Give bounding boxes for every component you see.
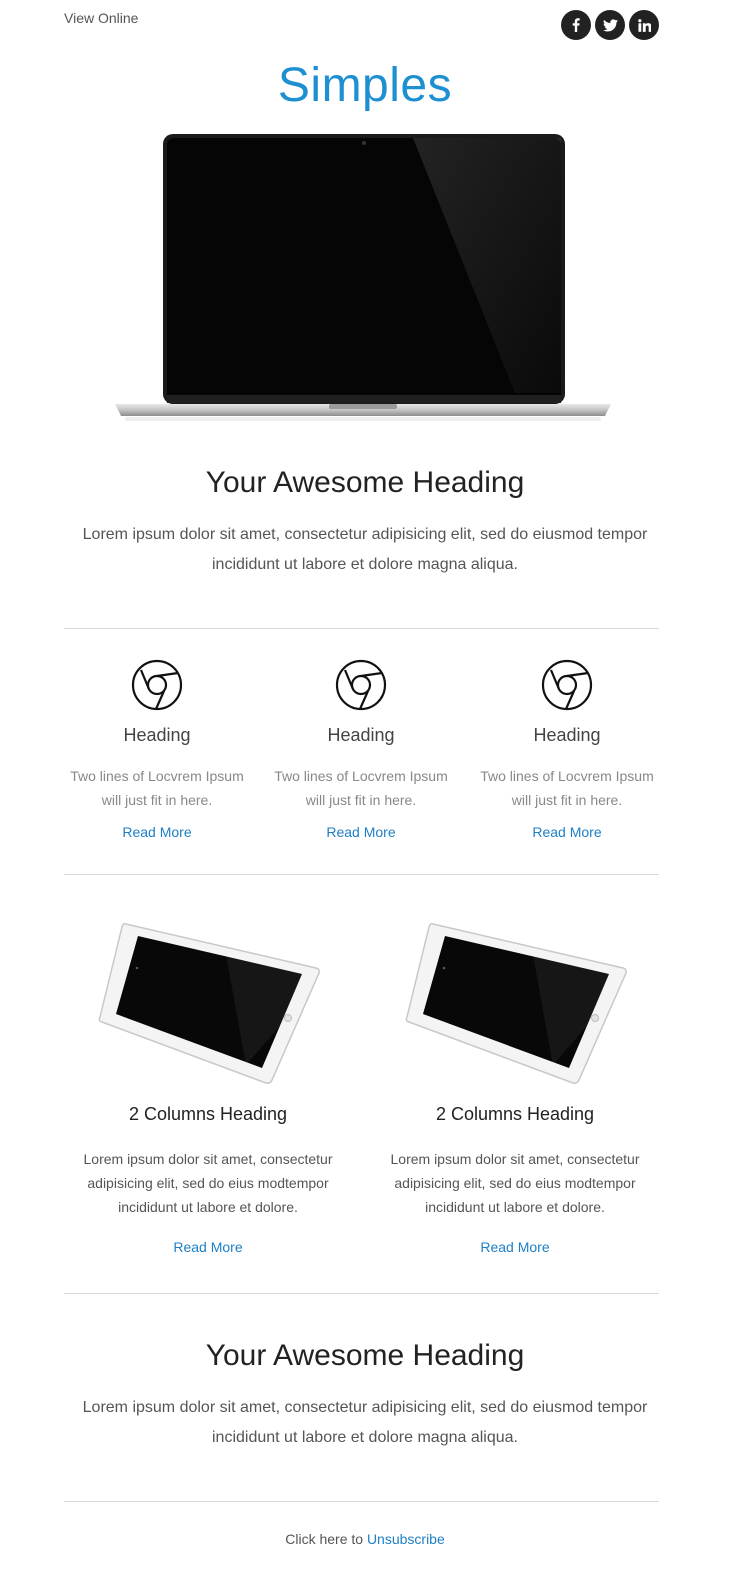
- social-links: [561, 10, 659, 40]
- linkedin-icon[interactable]: [629, 10, 659, 40]
- two-column-right: 2 Columns Heading Lorem ipsum dolor sit …: [385, 1104, 645, 1257]
- laptop-image: [115, 134, 611, 421]
- read-more-link[interactable]: Read More: [326, 824, 395, 840]
- divider: [64, 1293, 659, 1294]
- section2-body: Lorem ipsum dolor sit amet, consectetur …: [82, 1399, 648, 1446]
- twitter-icon[interactable]: [595, 10, 625, 40]
- tablet-image: [98, 923, 320, 1084]
- feature-column: Heading Two lines of Locvrem Ipsum will …: [266, 659, 456, 842]
- facebook-icon[interactable]: [561, 10, 591, 40]
- feature-heading: Heading: [123, 725, 191, 745]
- two-column-left: 2 Columns Heading Lorem ipsum dolor sit …: [78, 1104, 338, 1257]
- unsubscribe-link[interactable]: Unsubscribe: [367, 1531, 445, 1547]
- feature-text: Two lines of Locvrem Ipsum will just fit…: [480, 768, 654, 808]
- read-more-link[interactable]: Read More: [480, 1239, 549, 1255]
- read-more-link[interactable]: Read More: [122, 824, 191, 840]
- feature-column: Heading Two lines of Locvrem Ipsum will …: [62, 659, 252, 842]
- section1-body: Lorem ipsum dolor sit amet, consectetur …: [82, 526, 648, 573]
- read-more-link[interactable]: Read More: [532, 824, 601, 840]
- feature-text: Two lines of Locvrem Ipsum will just fit…: [70, 768, 244, 808]
- view-online-link[interactable]: View Online: [64, 10, 138, 26]
- feature-column: Heading Two lines of Locvrem Ipsum will …: [472, 659, 662, 842]
- chrome-icon: [541, 659, 593, 711]
- divider: [64, 1501, 659, 1502]
- brand-logo: Simples: [277, 59, 453, 112]
- top-bar: View Online: [64, 10, 659, 40]
- footer: Click here to Unsubscribe: [0, 1531, 730, 1547]
- column-heading: 2 Columns Heading: [435, 1104, 595, 1124]
- tablet-image: [405, 923, 627, 1084]
- feature-heading: Heading: [533, 725, 601, 745]
- section1-heading: Your Awesome Heading: [205, 466, 525, 499]
- divider: [64, 874, 659, 875]
- column-text: Lorem ipsum dolor sit amet, consectetur …: [390, 1151, 640, 1215]
- feature-heading: Heading: [327, 725, 395, 745]
- footer-prefix: Click here to: [285, 1531, 367, 1547]
- divider: [64, 628, 659, 629]
- feature-text: Two lines of Locvrem Ipsum will just fit…: [274, 768, 448, 808]
- column-text: Lorem ipsum dolor sit amet, consectetur …: [83, 1151, 333, 1215]
- chrome-icon: [335, 659, 387, 711]
- section2-heading: Your Awesome Heading: [205, 1339, 525, 1372]
- column-heading: 2 Columns Heading: [128, 1104, 288, 1124]
- read-more-link[interactable]: Read More: [173, 1239, 242, 1255]
- chrome-icon: [131, 659, 183, 711]
